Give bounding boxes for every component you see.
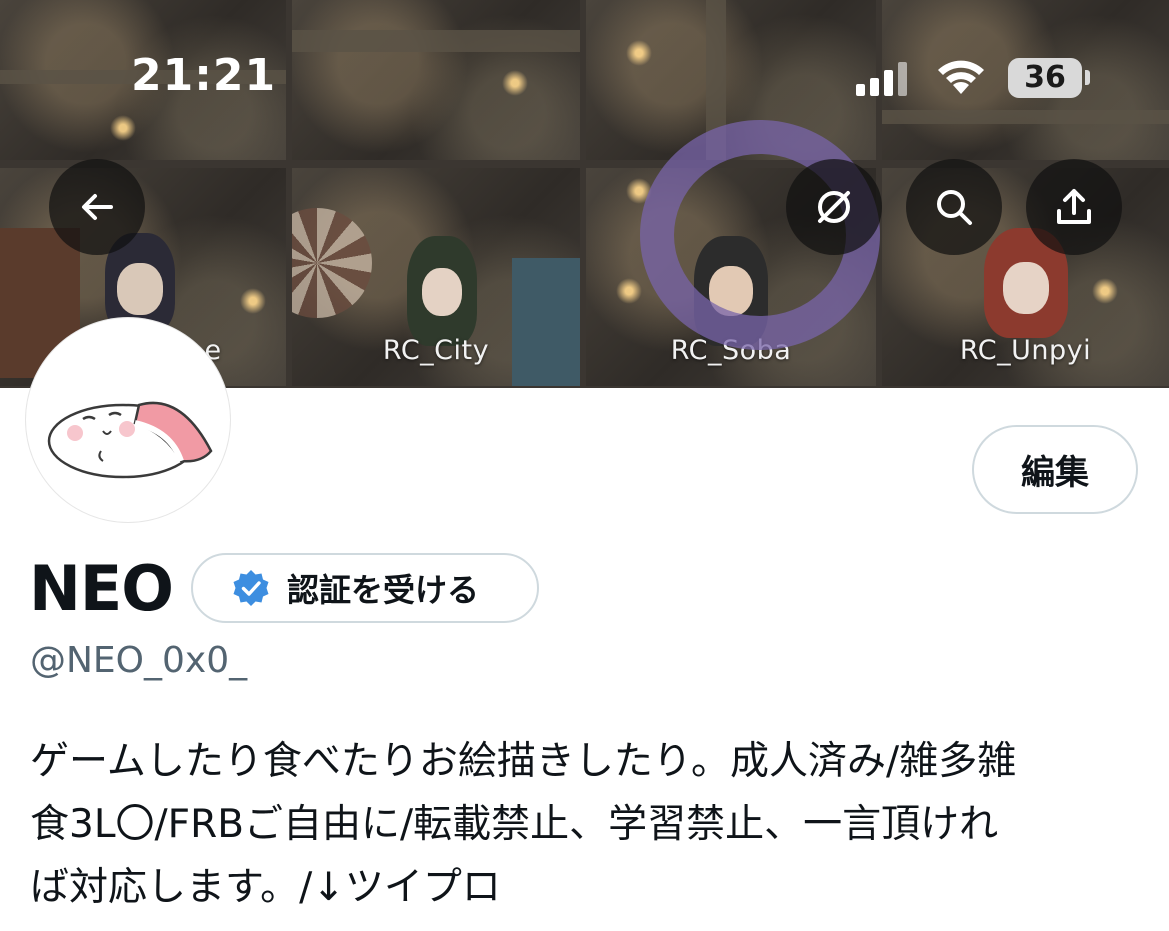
profile-bio: ゲームしたり食べたりお絵描きしたり。成人済み/雑多雑 食3L〇/FRBご自由に/…	[30, 739, 1017, 910]
search-icon	[937, 190, 972, 225]
display-name: NEO	[29, 552, 174, 625]
back-arrow-icon	[82, 194, 113, 220]
tile-label: RC_City	[382, 335, 490, 366]
eye-slash-icon	[818, 191, 850, 223]
user-handle: @NEO_0x0_	[30, 640, 248, 681]
share-button[interactable]	[1026, 159, 1122, 255]
tile-label: RC_Unpyi	[959, 335, 1092, 366]
verified-badge-icon	[233, 570, 269, 606]
hide-button[interactable]	[786, 159, 882, 255]
share-icon	[1057, 189, 1091, 224]
get-verified-button[interactable]: 認証を受ける	[191, 553, 539, 623]
wifi-icon	[938, 60, 984, 94]
search-button[interactable]	[906, 159, 1002, 255]
status-time: 21:21	[131, 50, 277, 101]
cellular-signal-icon	[856, 60, 908, 96]
get-verified-label: 認証を受ける	[287, 571, 480, 609]
edit-profile-button[interactable]: 編集	[972, 425, 1138, 514]
profile-avatar[interactable]	[26, 318, 230, 522]
battery-indicator: 36	[1008, 58, 1082, 98]
character-portrait	[407, 236, 477, 346]
avatar-illustration	[47, 401, 213, 479]
back-button[interactable]	[49, 159, 145, 255]
battery-tip	[1085, 70, 1090, 85]
banner-tile	[292, 0, 580, 160]
banner-tile: RC_City	[292, 168, 580, 386]
